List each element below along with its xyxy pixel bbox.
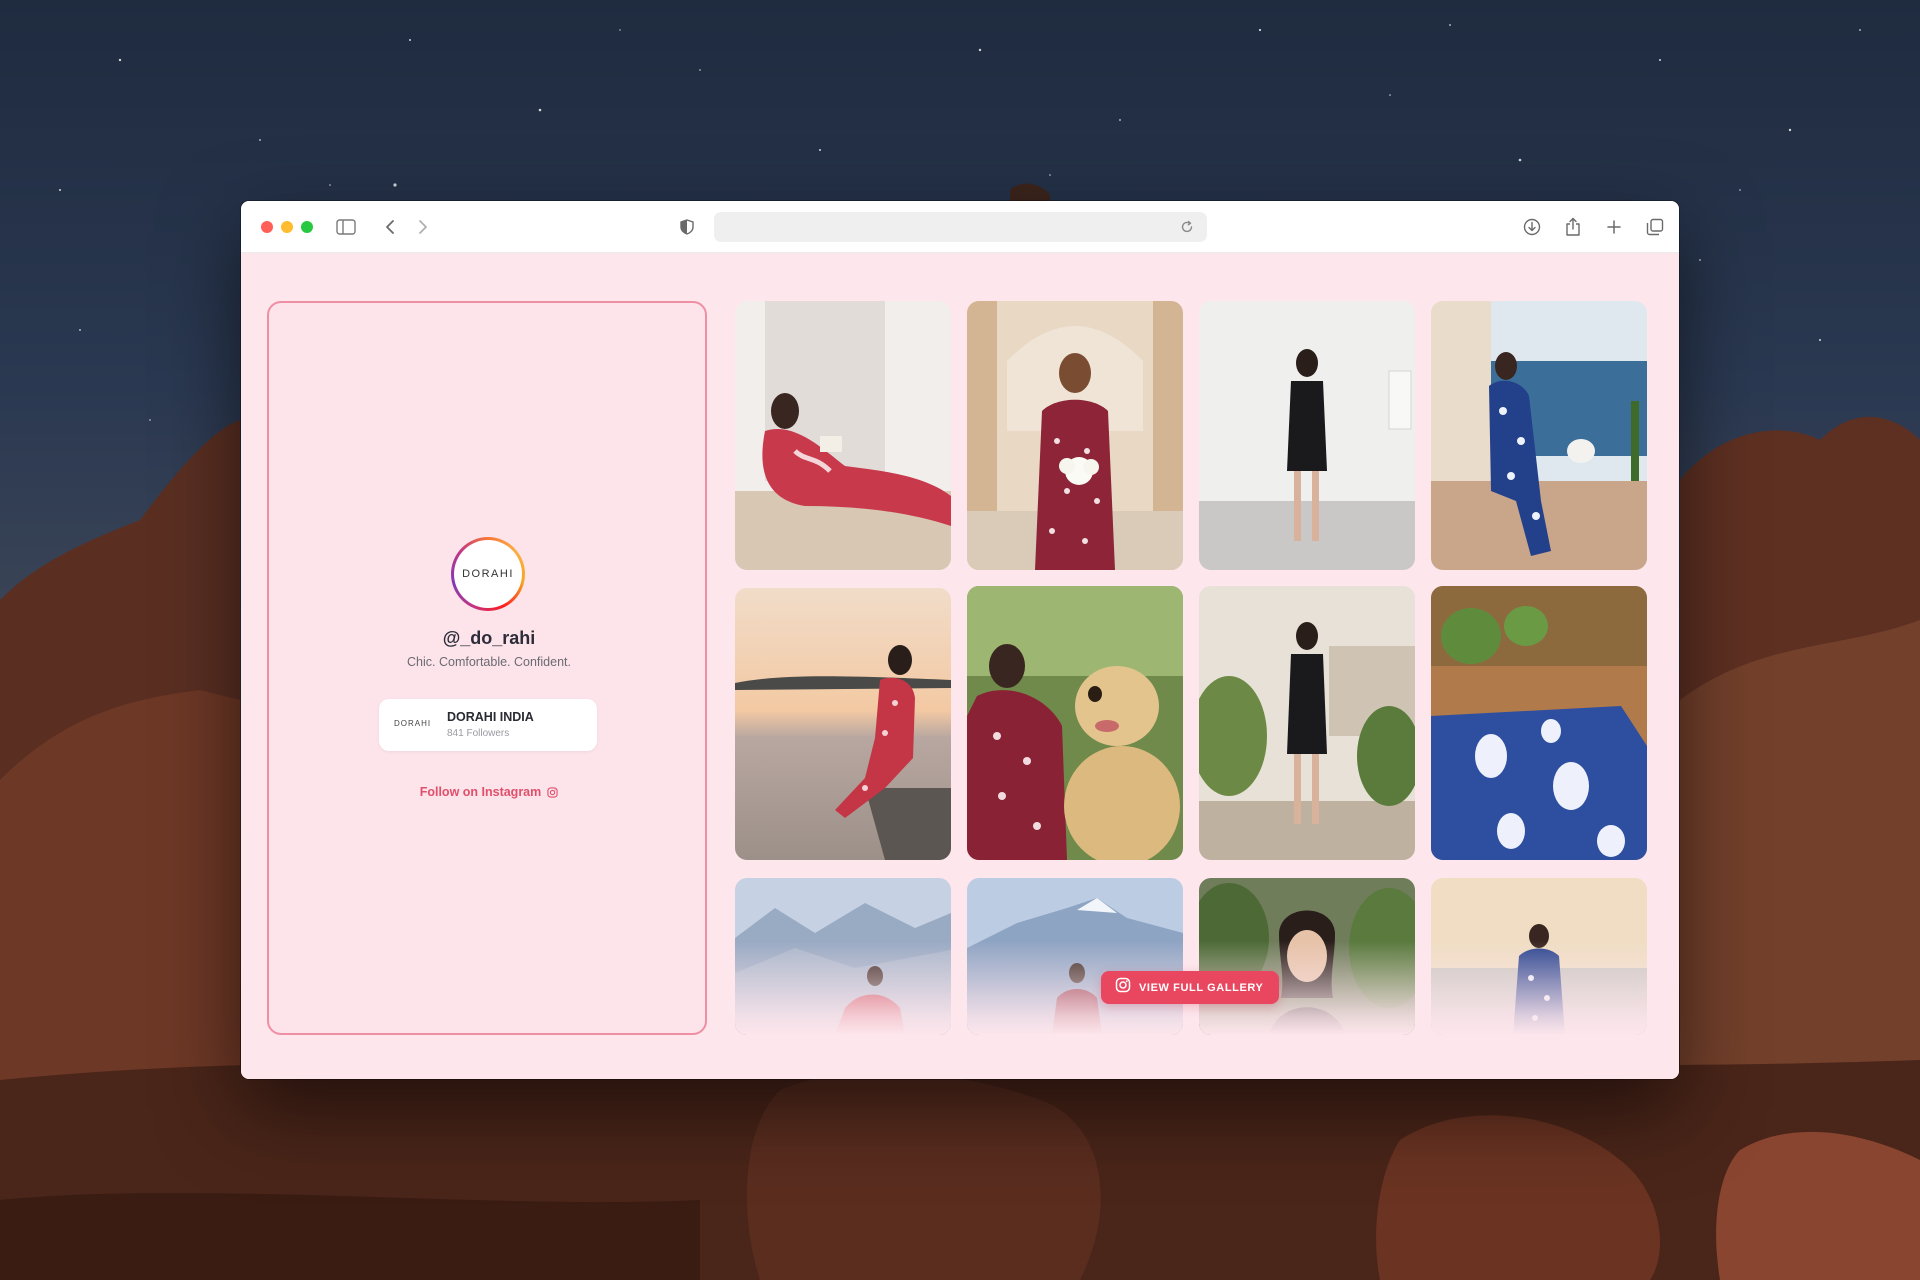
browser-toolbar	[241, 201, 1679, 253]
close-window-button[interactable]	[261, 221, 273, 233]
new-tab-icon[interactable]	[1602, 215, 1626, 239]
photo-tile-2[interactable]	[967, 301, 1183, 570]
instagram-icon	[547, 787, 558, 801]
back-icon[interactable]	[378, 215, 402, 239]
forward-icon[interactable]	[411, 215, 435, 239]
photo-tile-5[interactable]	[735, 588, 951, 860]
brand-account-card[interactable]: DORAHI DORAHI INDIA 841 Followers	[379, 699, 597, 751]
view-full-gallery-button[interactable]: VIEW FULL GALLERY	[1101, 971, 1279, 1004]
avatar[interactable]: DORAHI	[451, 537, 525, 611]
photo-tile-12[interactable]	[1431, 878, 1647, 1035]
minimize-window-button[interactable]	[281, 221, 293, 233]
reload-icon[interactable]	[1175, 215, 1199, 239]
zoom-window-button[interactable]	[301, 221, 313, 233]
photo-grid	[735, 301, 1647, 1035]
photo-tile-7[interactable]	[1199, 586, 1415, 860]
address-bar[interactable]	[714, 212, 1207, 242]
share-icon[interactable]	[1561, 215, 1585, 239]
shield-icon[interactable]	[675, 215, 699, 239]
photo-tile-8[interactable]	[1431, 586, 1647, 860]
photo-tile-9[interactable]	[735, 878, 951, 1035]
photo-tile-10[interactable]	[967, 878, 1183, 1035]
brand-logo: DORAHI	[394, 719, 432, 728]
brand-followers: 841 Followers	[447, 728, 510, 739]
browser-window: DORAHI @_do_rahi Chic. Comfortable. Conf…	[241, 201, 1679, 1079]
photo-tile-1[interactable]	[735, 301, 951, 570]
photo-tile-3[interactable]	[1199, 301, 1415, 570]
download-icon[interactable]	[1520, 215, 1544, 239]
follow-on-instagram-link[interactable]: Follow on Instagram	[269, 785, 709, 801]
photo-tile-4[interactable]	[1431, 301, 1647, 570]
sidebar-icon[interactable]	[334, 215, 358, 239]
photo-tile-6[interactable]	[967, 586, 1183, 860]
page-content: DORAHI @_do_rahi Chic. Comfortable. Conf…	[241, 253, 1679, 1079]
profile-handle: @_do_rahi	[442, 628, 536, 648]
profile-card: DORAHI @_do_rahi Chic. Comfortable. Conf…	[267, 301, 707, 1035]
avatar-logo: DORAHI	[462, 568, 514, 580]
brand-name: DORAHI INDIA	[447, 710, 534, 724]
profile-tagline: Chic. Comfortable. Confident.	[407, 655, 571, 669]
tabs-overview-icon[interactable]	[1643, 215, 1667, 239]
follow-label: Follow on Instagram	[419, 785, 542, 799]
view-full-gallery-label: VIEW FULL GALLERY	[1139, 981, 1264, 994]
instagram-icon	[1115, 977, 1131, 998]
photo-tile-11[interactable]	[1199, 878, 1415, 1035]
